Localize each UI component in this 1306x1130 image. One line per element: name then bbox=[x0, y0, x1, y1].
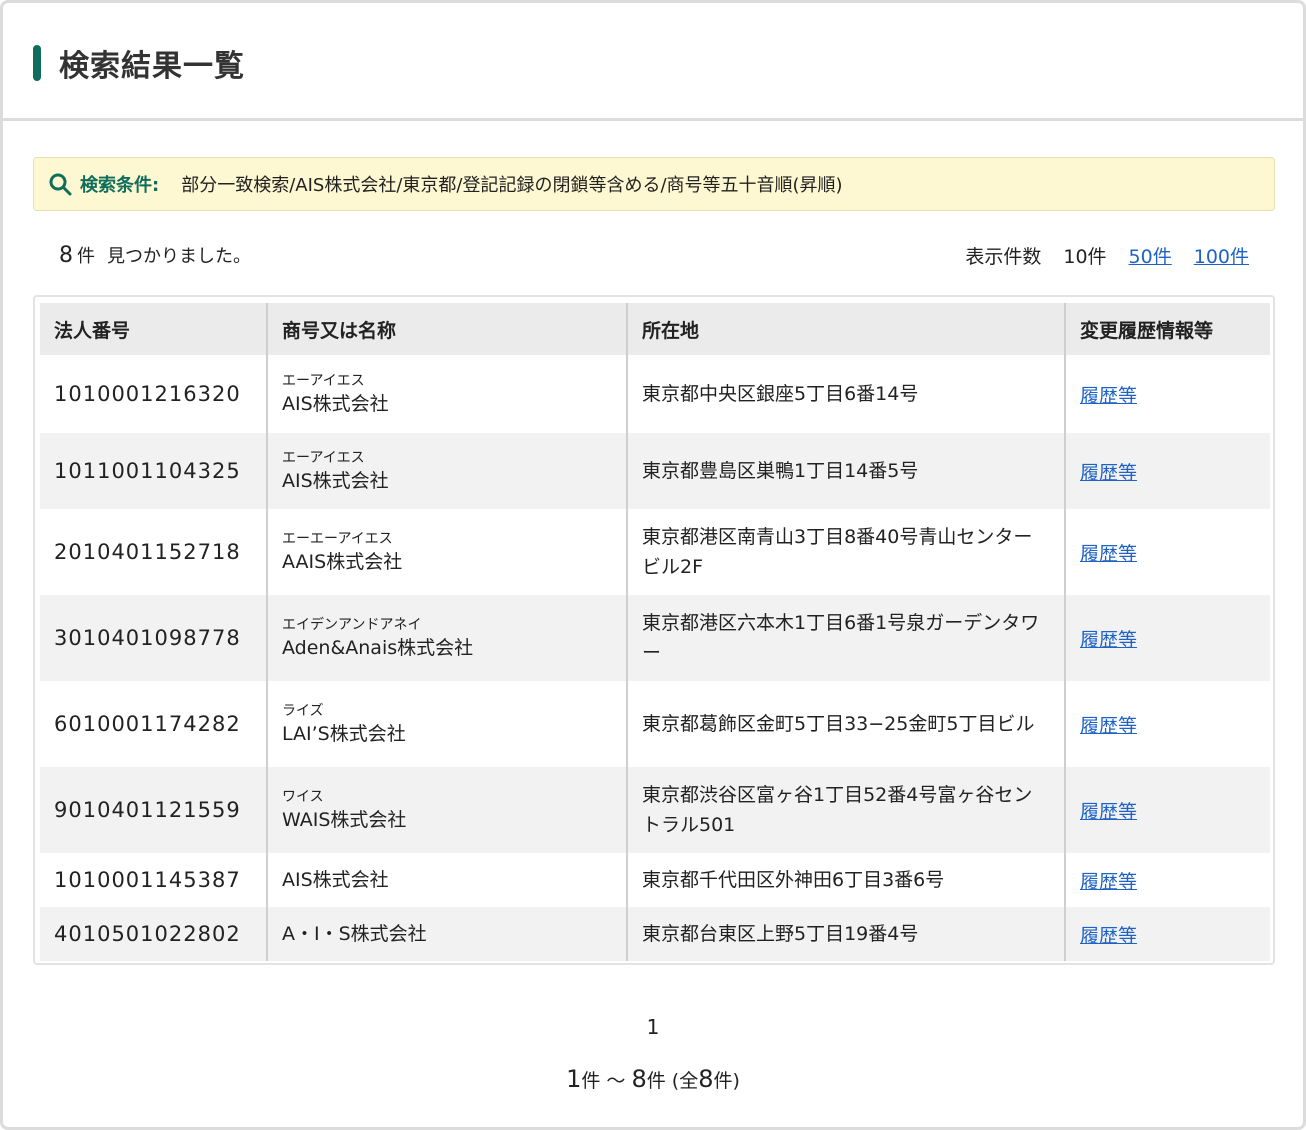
trade-name-kana: エイデンアンドアネイ bbox=[282, 617, 422, 633]
corporate-number: 1010001145387 bbox=[54, 868, 241, 892]
results-table: 法人番号 商号又は名称 所在地 変更履歴情報等 1010001216320 エー… bbox=[40, 303, 1270, 961]
trade-name: AAIS株式会社 bbox=[282, 551, 403, 573]
trade-name-kana: ライズ bbox=[282, 703, 324, 719]
display-count-label: 表示件数 bbox=[965, 245, 1042, 268]
trade-name-kana: エーエーアイエス bbox=[282, 531, 393, 547]
range-separator: 件 ～ bbox=[581, 1070, 632, 1092]
history-cell: 履歴等 bbox=[1064, 355, 1270, 433]
header-history: 変更履歴情報等 bbox=[1064, 303, 1270, 355]
history-cell: 履歴等 bbox=[1064, 433, 1270, 509]
history-cell: 履歴等 bbox=[1064, 509, 1270, 595]
trade-name: AIS株式会社 bbox=[282, 393, 389, 415]
table-row: 1010001216320 エーアイエス AIS株式会社 東京都中央区銀座5丁目6… bbox=[40, 355, 1270, 433]
table-row: 2010401152718 エーエーアイエス AAIS株式会社 東京都港区南青山3… bbox=[40, 509, 1270, 595]
results-panel: 検索結果一覧 検索条件: 部分一致検索/AIS株式会社/東京都/登記記録の閉鎖等… bbox=[0, 0, 1306, 1130]
trade-name: AIS株式会社 bbox=[282, 869, 389, 891]
trade-name-cell: ワイス WAIS株式会社 bbox=[266, 767, 627, 853]
display-count-selector: 表示件数 10件 50件 100件 bbox=[965, 242, 1249, 269]
history-link[interactable]: 履歴等 bbox=[1080, 871, 1137, 893]
corporate-number: 3010401098778 bbox=[40, 595, 267, 681]
corporate-number: 4010501022802 bbox=[40, 907, 267, 961]
address: 東京都千代田区外神田6丁目3番6号 bbox=[626, 853, 1065, 907]
history-cell: 履歴等 bbox=[1064, 681, 1270, 767]
history-link[interactable]: 履歴等 bbox=[1080, 715, 1137, 737]
result-range: 1件 ～ 8件 (全8件) bbox=[3, 1065, 1303, 1093]
table-row: 3010401098778 エイデンアンドアネイ Aden&Anais株式会社 東… bbox=[40, 595, 1270, 681]
title-accent-bar bbox=[33, 45, 41, 81]
address: 東京都渋谷区富ヶ谷1丁目52番4号富ヶ谷セントラル501 bbox=[626, 767, 1065, 853]
search-condition-box: 検索条件: 部分一致検索/AIS株式会社/東京都/登記記録の閉鎖等含める/商号等… bbox=[33, 157, 1275, 211]
trade-name-kana: エーアイエス bbox=[282, 450, 365, 466]
table-header-row: 法人番号 商号又は名称 所在地 変更履歴情報等 bbox=[40, 303, 1270, 355]
header-address: 所在地 bbox=[626, 303, 1065, 355]
trade-name: A・I・S株式会社 bbox=[282, 923, 427, 945]
history-link[interactable]: 履歴等 bbox=[1080, 925, 1137, 947]
trade-name: AIS株式会社 bbox=[282, 470, 389, 492]
search-icon bbox=[49, 173, 72, 196]
panel-header: 検索結果一覧 bbox=[3, 3, 1303, 121]
condition-text: 部分一致検索/AIS株式会社/東京都/登記記録の閉鎖等含める/商号等五十音順(昇… bbox=[181, 175, 843, 196]
range-total-prefix: 件 (全 bbox=[646, 1070, 699, 1092]
corporate-number: 1011001104325 bbox=[40, 433, 267, 509]
count-message: 見つかりました。 bbox=[107, 246, 251, 267]
address: 東京都豊島区巣鴨1丁目14番5号 bbox=[626, 433, 1065, 509]
condition-label: 検索条件: bbox=[80, 175, 160, 196]
table-row: 1011001104325 エーアイエス AIS株式会社 東京都豊島区巣鴨1丁目1… bbox=[40, 433, 1270, 509]
trade-name-kana: エーアイエス bbox=[282, 373, 365, 389]
trade-name: WAIS株式会社 bbox=[282, 809, 407, 831]
address: 東京都港区南青山3丁目8番40号青山センタービル2F bbox=[626, 509, 1065, 595]
corporate-number: 2010401152718 bbox=[54, 540, 241, 564]
address: 東京都中央区銀座5丁目6番14号 bbox=[626, 355, 1065, 433]
display-count-current: 10件 bbox=[1063, 245, 1107, 268]
trade-name-cell: ライズ LAI’S株式会社 bbox=[266, 681, 627, 767]
range-total: 8 bbox=[698, 1065, 714, 1093]
history-cell: 履歴等 bbox=[1064, 595, 1270, 681]
address: 東京都台東区上野5丁目19番4号 bbox=[626, 907, 1065, 961]
count-number: 8 bbox=[59, 243, 73, 268]
current-page: 1 bbox=[646, 1015, 660, 1039]
results-table-container: 法人番号 商号又は名称 所在地 変更履歴情報等 1010001216320 エー… bbox=[33, 295, 1275, 965]
range-total-suffix: 件) bbox=[713, 1070, 740, 1092]
display-count-50-link[interactable]: 50件 bbox=[1129, 242, 1172, 269]
table-row: 4010501022802 A・I・S株式会社 東京都台東区上野5丁目19番4号… bbox=[40, 907, 1270, 961]
trade-name-cell: エイデンアンドアネイ Aden&Anais株式会社 bbox=[266, 595, 627, 681]
trade-name-cell: エーエーアイエス AAIS株式会社 bbox=[266, 509, 627, 595]
trade-name-cell: エーアイエス AIS株式会社 bbox=[266, 355, 627, 433]
history-link[interactable]: 履歴等 bbox=[1080, 801, 1137, 823]
trade-name: LAI’S株式会社 bbox=[282, 723, 406, 745]
corporate-number: 6010001174282 bbox=[54, 712, 241, 736]
result-count-row: 8 件 見つかりました。 表示件数 10件 50件 100件 bbox=[59, 237, 1249, 273]
history-link[interactable]: 履歴等 bbox=[1080, 629, 1137, 651]
corporate-number: 1010001216320 bbox=[54, 382, 241, 406]
header-corporate-number: 法人番号 bbox=[40, 303, 267, 355]
corporate-number: 9010401121559 bbox=[40, 767, 267, 853]
address: 東京都葛飾区金町5丁目33−25金町5丁目ビル bbox=[626, 681, 1065, 767]
trade-name-cell: AIS株式会社 bbox=[266, 853, 627, 907]
header-trade-name: 商号又は名称 bbox=[266, 303, 627, 355]
trade-name-kana: ワイス bbox=[282, 789, 324, 805]
table-row: 6010001174282 ライズ LAI’S株式会社 東京都葛飾区金町5丁目33… bbox=[40, 681, 1270, 767]
pagination: 1 bbox=[3, 1015, 1303, 1039]
history-link[interactable]: 履歴等 bbox=[1080, 462, 1137, 484]
display-count-100-link[interactable]: 100件 bbox=[1194, 242, 1249, 269]
count-unit: 件 bbox=[77, 246, 95, 267]
trade-name: Aden&Anais株式会社 bbox=[282, 637, 474, 659]
page-title: 検索結果一覧 bbox=[59, 49, 245, 84]
table-row: 9010401121559 ワイス WAIS株式会社 東京都渋谷区富ヶ谷1丁目52… bbox=[40, 767, 1270, 853]
address: 東京都港区六本木1丁目6番1号泉ガーデンタワー bbox=[626, 595, 1065, 681]
trade-name-cell: エーアイエス AIS株式会社 bbox=[266, 433, 627, 509]
range-start: 1 bbox=[566, 1065, 582, 1093]
trade-name-cell: A・I・S株式会社 bbox=[266, 907, 627, 961]
range-end: 8 bbox=[631, 1065, 647, 1093]
result-count: 8 件 見つかりました。 bbox=[59, 242, 251, 268]
history-link[interactable]: 履歴等 bbox=[1080, 543, 1137, 565]
history-cell: 履歴等 bbox=[1064, 767, 1270, 853]
table-row: 1010001145387 AIS株式会社 東京都千代田区外神田6丁目3番6号 … bbox=[40, 853, 1270, 907]
history-cell: 履歴等 bbox=[1064, 853, 1270, 907]
history-cell: 履歴等 bbox=[1064, 907, 1270, 961]
history-link[interactable]: 履歴等 bbox=[1080, 385, 1137, 407]
